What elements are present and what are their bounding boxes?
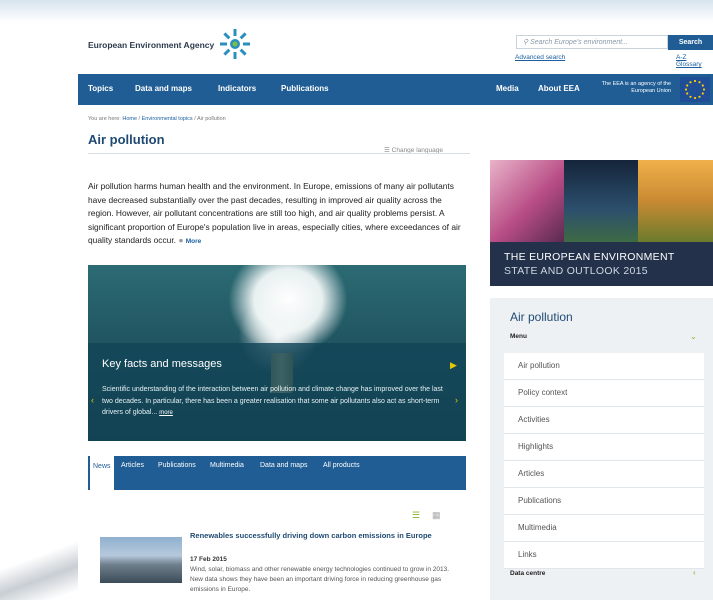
search-input[interactable]: ⚲ Search Europe's environment... xyxy=(516,35,668,49)
next-arrow-icon[interactable]: › xyxy=(455,395,458,405)
soer-title: THE EUROPEAN ENVIRONMENT STATE AND OUTLO… xyxy=(504,251,675,277)
intro-more-link[interactable]: More xyxy=(186,238,202,245)
site-header: European Environment Agency ⚲ Search Eur… xyxy=(78,22,713,74)
eea-logo-icon[interactable] xyxy=(218,27,252,61)
title-divider xyxy=(88,153,470,154)
breadcrumb-section[interactable]: Environmental topics xyxy=(142,116,193,122)
tab-news[interactable]: News xyxy=(90,456,114,490)
product-tabs: News Articles Publications Multimedia Da… xyxy=(88,456,466,490)
breadcrumb-home[interactable]: Home xyxy=(122,116,137,122)
sidebar-item-articles[interactable]: Articles xyxy=(504,461,704,488)
page: European Environment Agency ⚲ Search Eur… xyxy=(78,0,713,600)
nav-media[interactable]: Media xyxy=(496,84,519,93)
intro-paragraph: Air pollution harms human health and the… xyxy=(88,181,461,245)
sidebar-item-highlights[interactable]: Highlights xyxy=(504,434,704,461)
sidebar-item-policy-context[interactable]: Policy context xyxy=(504,380,704,407)
nav-topics[interactable]: Topics xyxy=(88,84,113,93)
sidebar-item-activities[interactable]: Activities xyxy=(504,407,704,434)
search-icon: ⚲ xyxy=(523,39,529,46)
nav-data-and-maps[interactable]: Data and maps xyxy=(135,84,192,93)
child-field-image xyxy=(638,160,713,242)
advanced-search-link[interactable]: Advanced search xyxy=(515,54,565,61)
bee-flower-image xyxy=(490,160,564,242)
sidebar-title: Air pollution xyxy=(510,310,573,324)
az-glossary-link[interactable]: A-Z Glossary xyxy=(676,54,713,68)
play-arrow-icon[interactable]: ▶ xyxy=(450,360,457,371)
list-view-icon[interactable]: ☰ xyxy=(412,510,420,521)
hero-text: Scientific understanding of the interact… xyxy=(102,386,443,416)
sidebar-item-multimedia[interactable]: Multimedia xyxy=(504,515,704,542)
news-thumbnail[interactable] xyxy=(100,537,182,583)
breadcrumb-current: Air pollution xyxy=(196,116,226,122)
eu-agency-note: The EEA is an agency of the European Uni… xyxy=(601,81,671,94)
sidebar-item-links[interactable]: Links xyxy=(504,542,704,569)
prev-arrow-icon[interactable]: ‹ xyxy=(91,395,94,405)
tab-data-and-maps[interactable]: Data and maps xyxy=(260,462,307,469)
news-date: 17 Feb 2015 xyxy=(190,556,227,563)
grid-view-icon[interactable]: ▦ xyxy=(432,510,441,521)
key-facts-carousel[interactable]: Key facts and messages ▶ Scientific unde… xyxy=(88,265,466,441)
news-title[interactable]: Renewables successfully driving down car… xyxy=(190,530,460,542)
hero-title[interactable]: Key facts and messages xyxy=(102,358,222,370)
sidebar-menu: Air pollution Policy context Activities … xyxy=(504,353,704,569)
sidebar-data-centre[interactable]: Data centre xyxy=(510,570,545,577)
soer-banner[interactable]: THE EUROPEAN ENVIRONMENT STATE AND OUTLO… xyxy=(490,160,713,286)
news-summary: Wind, solar, biomass and other renewable… xyxy=(190,566,450,593)
top-shadow xyxy=(0,0,713,22)
search-button[interactable]: Search xyxy=(668,35,713,50)
sidebar-item-air-pollution[interactable]: Air pollution xyxy=(504,353,704,380)
more-icon: ● xyxy=(178,235,184,245)
sidebar-item-publications[interactable]: Publications xyxy=(504,488,704,515)
hero-more-link[interactable]: more xyxy=(159,410,173,416)
chevron-down-icon[interactable]: ⌄ xyxy=(690,332,697,341)
nav-publications[interactable]: Publications xyxy=(281,84,329,93)
tab-all-products[interactable]: All products xyxy=(323,462,360,469)
eu-flag-icon[interactable] xyxy=(680,77,710,102)
sidebar-menu-label[interactable]: Menu xyxy=(510,333,527,340)
nav-indicators[interactable]: Indicators xyxy=(218,84,256,93)
tab-articles[interactable]: Articles xyxy=(121,462,144,469)
page-title: Air pollution xyxy=(88,132,165,147)
tab-publications[interactable]: Publications xyxy=(158,462,196,469)
breadcrumb: You are here: Home / Environmental topic… xyxy=(88,116,226,122)
wind-turbine-image xyxy=(564,160,638,242)
nav-about-eea[interactable]: About EEA xyxy=(538,84,580,93)
tab-multimedia[interactable]: Multimedia xyxy=(210,462,244,469)
sidebar: Air pollution Menu ⌄ Air pollution Polic… xyxy=(490,298,713,600)
chevron-left-icon[interactable]: ‹ xyxy=(693,568,696,577)
logo-text[interactable]: European Environment Agency xyxy=(88,40,214,50)
main-nav: Topics Data and maps Indicators Publicat… xyxy=(78,74,713,105)
